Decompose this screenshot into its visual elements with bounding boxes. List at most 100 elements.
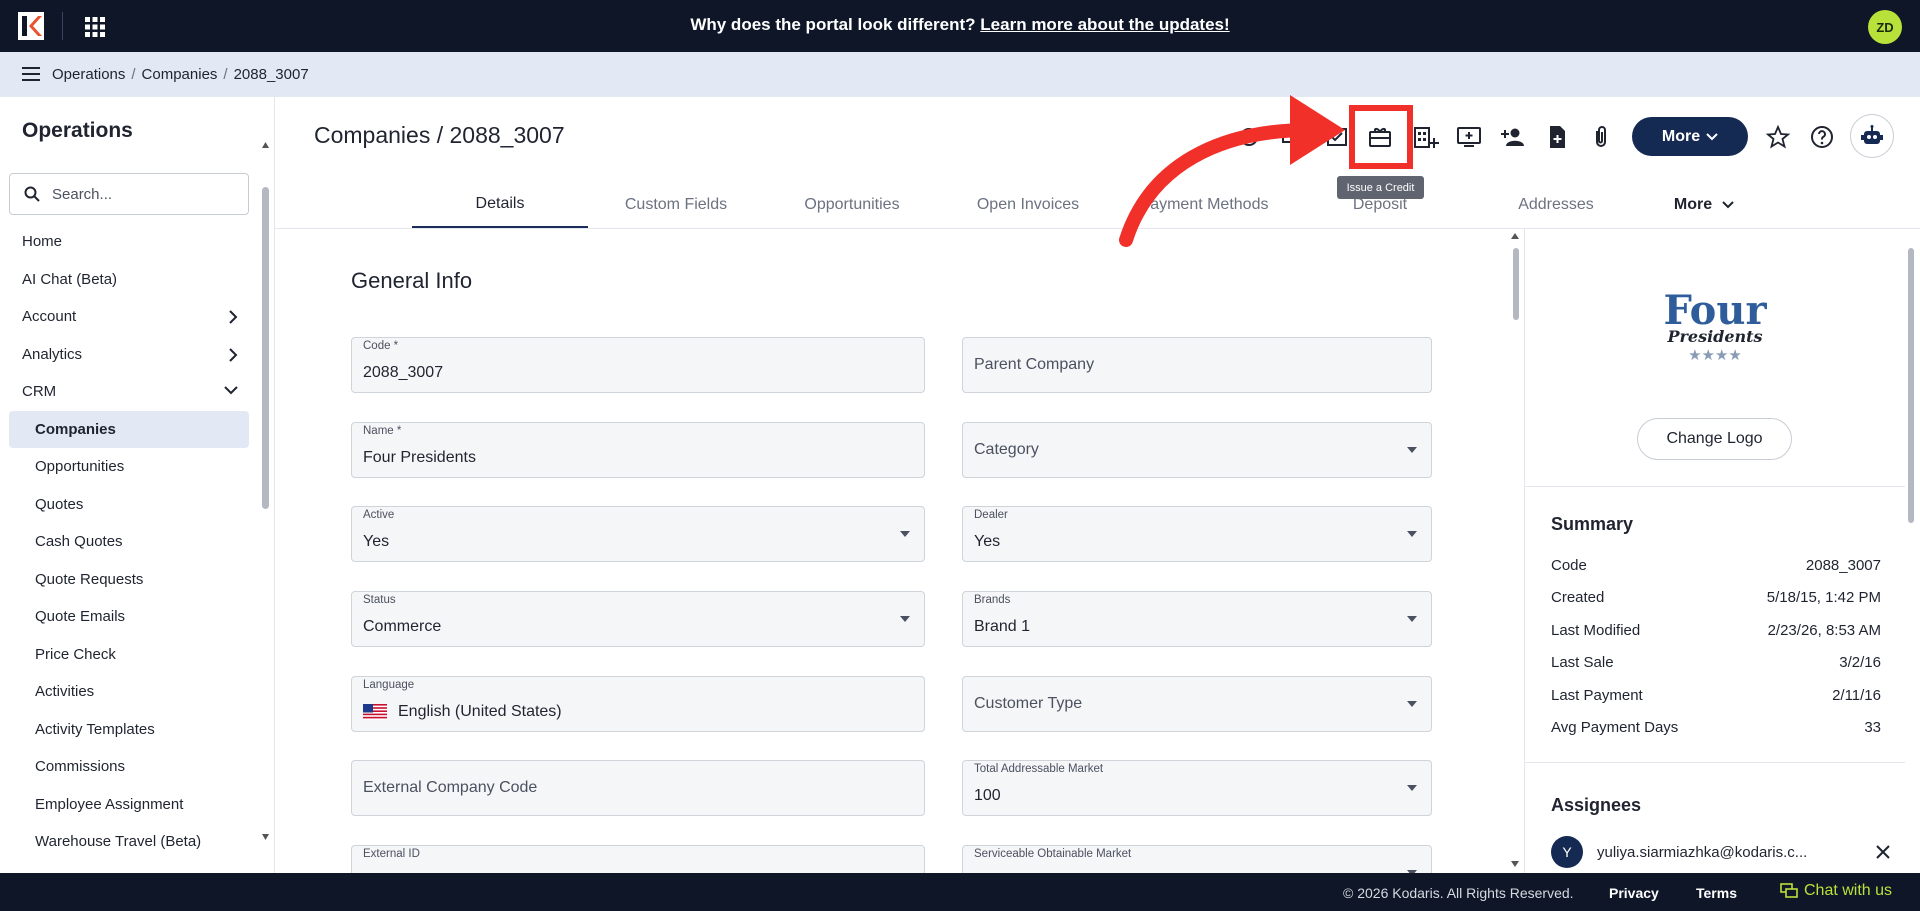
code-field[interactable]: Code * 2088_3007 — [351, 337, 925, 393]
menu-icon[interactable] — [22, 66, 40, 82]
tab-custom-fields[interactable]: Custom Fields — [588, 182, 764, 228]
sidebar-item-crm[interactable]: CRM — [0, 373, 260, 411]
search-icon — [24, 186, 40, 202]
privacy-link[interactable]: Privacy — [1609, 885, 1659, 901]
tab-opportunities[interactable]: Opportunities — [764, 182, 940, 228]
more-actions-button[interactable]: More — [1632, 117, 1748, 156]
sidebar-item-cash-quotes[interactable]: Cash Quotes — [0, 523, 260, 561]
sidebar-item-quote-emails[interactable]: Quote Emails — [0, 598, 260, 636]
tab-bar: Details Custom Fields Opportunities Open… — [412, 182, 1782, 228]
field-value: Brand 1 — [974, 618, 1031, 635]
summary-scrollbar[interactable] — [1908, 248, 1914, 523]
summary-row: Last Modified 2/23/26, 8:53 AM — [1551, 622, 1881, 639]
summary-label: Avg Payment Days — [1551, 719, 1679, 736]
sidebar-item-label: Employee Assignment — [35, 795, 184, 813]
sidebar-item-ai-chat[interactable]: AI Chat (Beta) — [0, 261, 260, 299]
sidebar-item-warehouse-travel[interactable]: Warehouse Travel (Beta) — [0, 823, 260, 861]
language-field[interactable]: Language English (United States) — [351, 676, 925, 732]
form-scrollbar[interactable] — [1513, 248, 1519, 320]
add-to-queue-icon[interactable] — [1456, 124, 1482, 150]
sidebar-item-label: Analytics — [22, 345, 83, 363]
form-scroll-arrows[interactable] — [1510, 230, 1520, 870]
announcement-banner: Why does the portal look different? Lear… — [0, 15, 1920, 35]
sidebar-item-commissions[interactable]: Commissions — [0, 748, 260, 786]
robot-icon — [1861, 125, 1883, 144]
field-placeholder: Category — [974, 441, 1039, 458]
summary-row: Last Sale 3/2/16 — [1551, 654, 1881, 671]
summary-row: Created 5/18/15, 1:42 PM — [1551, 589, 1881, 606]
add-building-icon[interactable] — [1413, 124, 1439, 150]
chat-button[interactable]: Chat with us — [1780, 882, 1892, 900]
sidebar-item-activity-templates[interactable]: Activity Templates — [0, 711, 260, 749]
tab-addresses[interactable]: Addresses — [1468, 182, 1644, 228]
banner-link[interactable]: Learn more about the updates! — [980, 15, 1229, 34]
tab-details[interactable]: Details — [412, 182, 588, 228]
new-document-icon[interactable] — [1544, 124, 1570, 150]
breadcrumb-companies[interactable]: Companies — [142, 66, 218, 83]
field-value: Yes — [974, 533, 1001, 550]
dropdown-caret-icon — [1407, 701, 1417, 707]
attachment-icon[interactable] — [1588, 124, 1614, 150]
field-value: Yes — [363, 533, 390, 550]
help-icon[interactable] — [1809, 124, 1835, 150]
chevron-down-icon — [1722, 201, 1734, 209]
sidebar-item-employee-assignment[interactable]: Employee Assignment — [0, 786, 260, 824]
sidebar-nav: Home AI Chat (Beta) Account Analytics CR… — [0, 223, 260, 861]
sidebar-item-home[interactable]: Home — [0, 223, 260, 261]
total-addressable-market-select[interactable]: Total Addressable Market 100 — [962, 760, 1432, 816]
chevron-right-icon — [229, 347, 238, 362]
chevron-down-icon — [224, 386, 238, 395]
field-label: Serviceable Obtainable Market — [974, 848, 1132, 860]
sidebar-item-quotes[interactable]: Quotes — [0, 486, 260, 524]
company-logo: Four Presidents ★★★★ — [1663, 288, 1767, 364]
sidebar-item-label: Account — [22, 308, 77, 326]
name-field[interactable]: Name * Four Presidents — [351, 422, 925, 478]
status-select[interactable]: Status Commerce — [351, 591, 925, 647]
dropdown-caret-icon — [1407, 785, 1417, 791]
sidebar-item-activities[interactable]: Activities — [0, 673, 260, 711]
divider — [1525, 762, 1905, 763]
field-value: English (United States) — [398, 703, 562, 720]
external-company-code-field[interactable]: External Company Code — [351, 760, 925, 816]
sidebar-item-analytics[interactable]: Analytics — [0, 336, 260, 374]
field-label: External ID — [363, 848, 420, 860]
sidebar-item-opportunities[interactable]: Opportunities — [0, 448, 260, 486]
customer-type-select[interactable]: Customer Type — [962, 676, 1432, 732]
sidebar-item-label: Price Check — [35, 645, 116, 663]
sidebar: Operations Home AI Chat (Beta) Account A… — [0, 97, 275, 873]
summary-value: 5/18/15, 1:42 PM — [1766, 589, 1881, 606]
breadcrumb: Operations / Companies/2088_3007 — [52, 66, 309, 83]
sidebar-item-price-check[interactable]: Price Check — [0, 636, 260, 674]
sidebar-search[interactable] — [9, 173, 249, 215]
close-icon[interactable] — [1875, 844, 1891, 860]
tab-open-invoices[interactable]: Open Invoices — [940, 182, 1116, 228]
star-icon[interactable] — [1765, 124, 1791, 150]
assignee-row: Y yuliya.siarmiazhka@kodaris.c... — [1551, 836, 1891, 868]
user-avatar[interactable]: ZD — [1868, 10, 1902, 44]
terms-link[interactable]: Terms — [1696, 885, 1737, 901]
brands-select[interactable]: Brands Brand 1 — [962, 591, 1432, 647]
summary-label: Last Payment — [1551, 687, 1643, 704]
tab-more[interactable]: More — [1644, 182, 1764, 228]
sidebar-item-companies[interactable]: Companies — [9, 410, 249, 448]
active-select[interactable]: Active Yes — [351, 506, 925, 562]
breadcrumb-operations[interactable]: Operations — [52, 66, 125, 83]
sidebar-item-label: Companies — [35, 420, 116, 438]
search-input[interactable] — [52, 185, 232, 203]
add-person-icon[interactable] — [1500, 124, 1526, 150]
sidebar-scrollbar[interactable] — [262, 187, 269, 509]
summary-label: Created — [1551, 589, 1605, 606]
field-label: Total Addressable Market — [974, 763, 1104, 775]
field-value: 100 — [974, 787, 1001, 804]
sidebar-item-account[interactable]: Account — [0, 298, 260, 336]
ai-assistant-button[interactable] — [1850, 114, 1894, 158]
sidebar-item-label: Activities — [35, 683, 95, 701]
change-logo-button[interactable]: Change Logo — [1637, 418, 1792, 460]
dealer-select[interactable]: Dealer Yes — [962, 506, 1432, 562]
category-select[interactable]: Category — [962, 422, 1432, 478]
assignee-email[interactable]: yuliya.siarmiazhka@kodaris.c... — [1597, 844, 1807, 861]
parent-company-field[interactable]: Parent Company — [962, 337, 1432, 393]
assignee-avatar: Y — [1551, 836, 1583, 868]
summary-title: Summary — [1551, 514, 1634, 534]
sidebar-item-quote-requests[interactable]: Quote Requests — [0, 561, 260, 599]
